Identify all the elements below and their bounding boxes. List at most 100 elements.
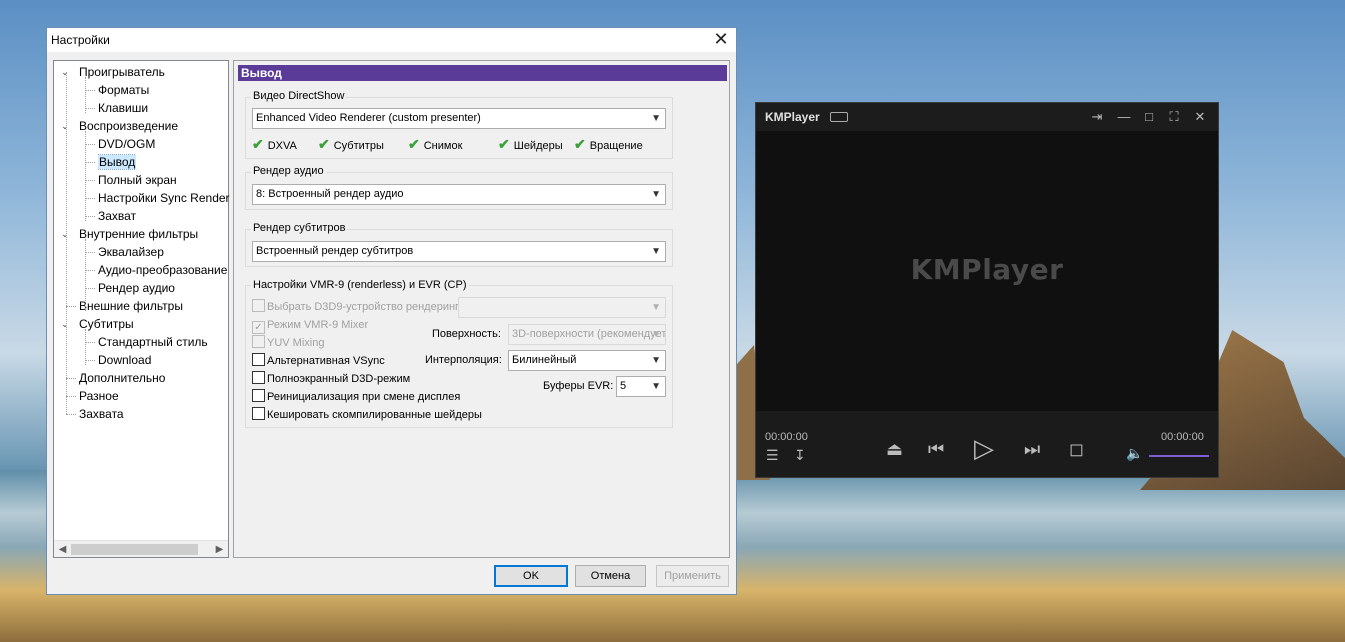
chevron-down-icon[interactable]: ⌄ bbox=[59, 225, 71, 243]
tree-item[interactable]: DVD/OGM bbox=[98, 135, 155, 153]
tree-item[interactable]: Download bbox=[98, 351, 151, 369]
checkbox-label: Режим VMR-9 Mixer bbox=[267, 319, 369, 331]
tree-item-label: Внутренние фильтры bbox=[79, 227, 199, 241]
tree-item-label: Download bbox=[98, 353, 152, 367]
tree-item[interactable]: Захвата bbox=[79, 405, 124, 423]
checkbox-box bbox=[252, 389, 265, 402]
tree-item[interactable]: Аудио-преобразование bbox=[98, 261, 227, 279]
feature-dxva: ✔ DXVA bbox=[252, 136, 297, 152]
settings-dialog: Настройки ✕ ◀ ▶ ⌄ Проигрыватель Форматы Кла… bbox=[46, 27, 737, 595]
surface-select[interactable]: 3D-поверхности (рекомендуется) ▼ bbox=[508, 324, 666, 345]
tree-connector bbox=[85, 360, 95, 361]
settings-tree[interactable]: ◀ ▶ ⌄ Проигрыватель Форматы Клавиши ⌄ Воспрои… bbox=[53, 60, 230, 558]
subtitle-renderer-select[interactable]: Встроенный рендер субтитров ▼ bbox=[252, 241, 666, 262]
chevron-down-icon[interactable]: ⌄ bbox=[59, 315, 71, 333]
tree-item[interactable]: Рендер аудио bbox=[98, 279, 175, 297]
tree-item[interactable]: Проигрыватель bbox=[79, 63, 165, 81]
tree-horizontal-scrollbar[interactable]: ◀ ▶ bbox=[54, 540, 228, 557]
audio-renderer-value: 8: Встроенный рендер аудио bbox=[256, 188, 404, 200]
alt-vsync-checkbox[interactable]: Альтернативная VSync bbox=[252, 353, 385, 369]
scroll-right-icon[interactable]: ▶ bbox=[211, 541, 228, 558]
next-icon[interactable]: ⏭ bbox=[1024, 439, 1040, 460]
tree-item[interactable]: Разное bbox=[79, 387, 119, 405]
fullscreen-d3d-checkbox[interactable]: Полноэкранный D3D-режим bbox=[252, 371, 410, 387]
cache-shaders-checkbox[interactable]: Кешировать скомпилированные шейдеры bbox=[252, 407, 482, 423]
tree-connector bbox=[85, 180, 95, 181]
settings-panel: Вывод Видео DirectShow Enhanced Video Re… bbox=[233, 60, 730, 558]
chevron-down-icon[interactable]: ⌄ bbox=[59, 117, 71, 135]
checkbox-box bbox=[252, 407, 265, 420]
menu-icon[interactable] bbox=[829, 112, 848, 122]
fullscreen-icon[interactable]: ⛶ bbox=[1166, 109, 1182, 125]
tree-item[interactable]: Настройки Sync Render bbox=[98, 189, 230, 207]
dialog-titlebar[interactable]: Настройки ✕ bbox=[47, 28, 736, 52]
eject-icon[interactable]: ⏏ bbox=[886, 439, 903, 460]
d3d9-device-select[interactable]: ▼ bbox=[458, 297, 666, 318]
tree-connector bbox=[85, 108, 95, 109]
tree-item[interactable]: Эквалайзер bbox=[98, 243, 164, 261]
tree-connector bbox=[85, 252, 95, 253]
check-icon: ✔ bbox=[574, 136, 586, 152]
tree-item-label: Стандартный стиль bbox=[98, 335, 208, 349]
tree-item[interactable]: Форматы bbox=[98, 81, 149, 99]
tree-item[interactable]: Вывод bbox=[98, 153, 137, 171]
time-total: 00:00:00 bbox=[1161, 431, 1204, 443]
minimize-icon[interactable]: — bbox=[1116, 109, 1132, 124]
check-icon: ✔ bbox=[408, 136, 420, 152]
tree-connector bbox=[85, 288, 95, 289]
pin-icon[interactable]: ⇥ bbox=[1089, 109, 1105, 125]
tree-item[interactable]: Захват bbox=[98, 207, 136, 225]
chevron-down-icon: ▼ bbox=[651, 302, 661, 313]
reinit-display-checkbox[interactable]: Реинициализация при смене дисплея bbox=[252, 389, 460, 405]
vmr9-mixer-checkbox[interactable]: ✓ Режим VMR-9 Mixer bbox=[252, 317, 369, 334]
feature-label: Субтитры bbox=[333, 140, 384, 152]
tree-item-label: Разное bbox=[79, 389, 119, 403]
checkbox-checked-icon: ✓ bbox=[252, 321, 265, 334]
apply-button[interactable]: Применить bbox=[656, 565, 729, 587]
audio-renderer-select[interactable]: 8: Встроенный рендер аудио ▼ bbox=[252, 184, 666, 205]
tree-item[interactable]: Воспроизведение bbox=[79, 117, 178, 135]
tree-item-label: Клавиши bbox=[98, 101, 149, 115]
checkbox-box bbox=[252, 335, 265, 348]
scroll-thumb[interactable] bbox=[71, 544, 198, 555]
tree-item-label: Рендер аудио bbox=[98, 281, 175, 295]
volume-slider[interactable] bbox=[1149, 455, 1209, 457]
tree-item-label: Захват bbox=[98, 209, 137, 223]
chevron-down-icon: ▼ bbox=[651, 189, 661, 200]
tree-item-label: Внешние фильтры bbox=[79, 299, 183, 313]
playlist-icon[interactable]: ☰ bbox=[766, 447, 779, 464]
feature-label: DXVA bbox=[267, 140, 297, 152]
subtitle-renderer-value: Встроенный рендер субтитров bbox=[256, 245, 414, 257]
previous-icon[interactable]: ⏮ bbox=[928, 439, 944, 460]
play-icon[interactable]: ▷ bbox=[974, 433, 994, 464]
chevron-down-icon[interactable]: ⌄ bbox=[59, 63, 71, 81]
scroll-left-icon[interactable]: ◀ bbox=[54, 541, 71, 558]
close-icon[interactable]: ✕ bbox=[1192, 109, 1208, 125]
stop-icon[interactable]: ◻ bbox=[1069, 439, 1084, 460]
close-icon[interactable]: ✕ bbox=[706, 28, 736, 52]
tree-item[interactable]: Внешние фильтры bbox=[79, 297, 183, 315]
evr-buffers-select[interactable]: 5 ▼ bbox=[616, 376, 666, 397]
select-d3d9-device-checkbox[interactable]: Выбрать D3D9-устройство рендеринга bbox=[252, 299, 465, 315]
tree-item[interactable]: Субтитры bbox=[79, 315, 134, 333]
cancel-button[interactable]: Отмена bbox=[575, 565, 646, 587]
interpolation-label: Интерполяция: bbox=[425, 354, 502, 366]
tree-connector bbox=[85, 90, 95, 91]
video-renderer-select[interactable]: Enhanced Video Renderer (custom presente… bbox=[252, 108, 666, 129]
ok-button[interactable]: OK bbox=[494, 565, 568, 587]
tree-item[interactable]: Клавиши bbox=[98, 99, 148, 117]
tree-item[interactable]: Внутренние фильтры bbox=[79, 225, 198, 243]
interpolation-select[interactable]: Билинейный ▼ bbox=[508, 350, 666, 371]
tree-item[interactable]: Дополнительно bbox=[79, 369, 165, 387]
tree-item[interactable]: Полный экран bbox=[98, 171, 177, 189]
tree-item[interactable]: Стандартный стиль bbox=[98, 333, 208, 351]
evr-buffers-label: Буферы EVR: bbox=[543, 380, 614, 392]
volume-icon[interactable]: 🔈 bbox=[1126, 445, 1143, 462]
tree-connector bbox=[66, 306, 76, 307]
yuv-mixing-checkbox[interactable]: YUV Mixing bbox=[252, 335, 324, 351]
download-icon[interactable]: ↧ bbox=[794, 447, 806, 464]
checkbox-label: Кешировать скомпилированные шейдеры bbox=[267, 409, 482, 421]
maximize-icon[interactable]: □ bbox=[1141, 109, 1157, 124]
control-bar: 00:00:00 00:00:00 ☰ ↧ ⏏ ⏮ ▷ ⏭ ◻ 🔈 bbox=[756, 411, 1218, 477]
feature-label: Шейдеры bbox=[513, 140, 563, 152]
